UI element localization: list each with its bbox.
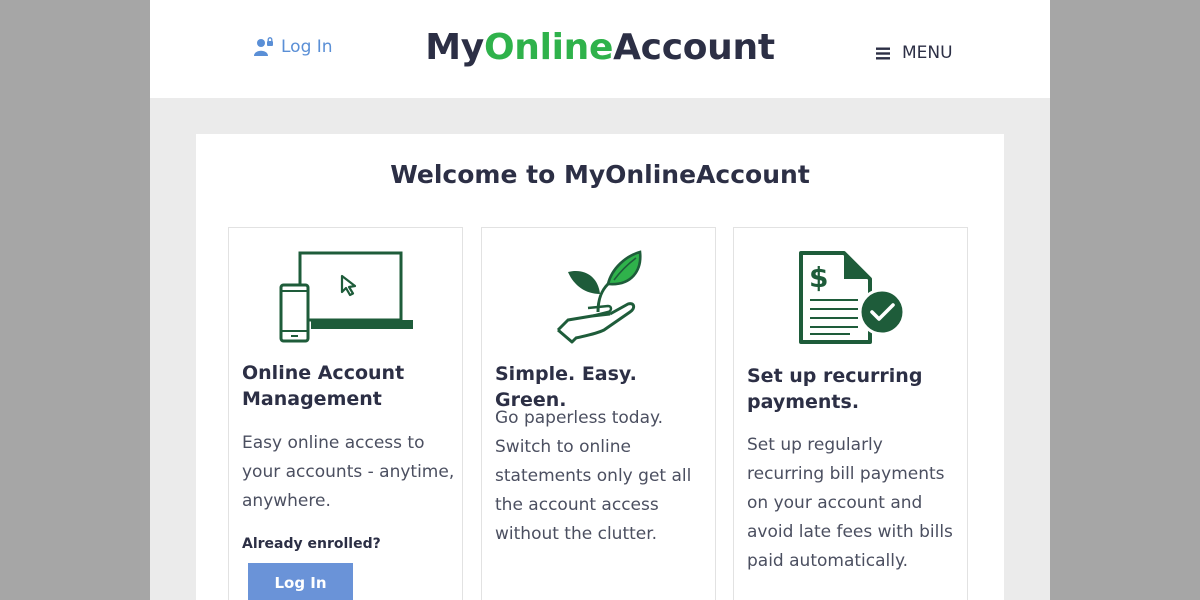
brand-part-online: Online: [483, 27, 614, 68]
login-button[interactable]: Log In: [248, 563, 353, 600]
brand-part-my: My: [425, 27, 484, 68]
brand-part-account: Account: [613, 27, 775, 68]
card-text: Go paperless today. Switch to online sta…: [495, 408, 692, 544]
plant-hand-icon: [556, 250, 642, 344]
card-title: Online Account Management: [242, 362, 405, 410]
welcome-title: Welcome to MyOnlineAccount: [390, 160, 810, 189]
invoice-check-icon: $: [799, 251, 906, 344]
card-go-green: Simple. Easy. Green. Go paperless today.…: [481, 227, 716, 600]
card-online-account: Online Account Management Easy online ac…: [228, 227, 463, 600]
card-text: Easy online access to your accounts - an…: [242, 433, 455, 511]
devices-icon: [279, 251, 413, 343]
menu-button[interactable]: MENU: [876, 43, 953, 63]
card-text: Set up regularly recurring bill payments…: [747, 435, 953, 571]
card-title: Set up recurring payments.: [747, 365, 923, 413]
hamburger-icon: [876, 47, 890, 59]
svg-text:$: $: [809, 261, 828, 294]
menu-label: MENU: [902, 43, 953, 63]
already-enrolled-label: Already enrolled?: [242, 536, 381, 552]
welcome-panel: Welcome to MyOnlineAccount Online Accoun…: [196, 134, 1004, 600]
site-header: Log In MyOnlineAccount MENU: [150, 0, 1050, 98]
card-recurring-payments: $ Set up recurring payments. Set up regu…: [733, 227, 968, 600]
page: Log In MyOnlineAccount MENU Welcome to M…: [150, 0, 1050, 600]
